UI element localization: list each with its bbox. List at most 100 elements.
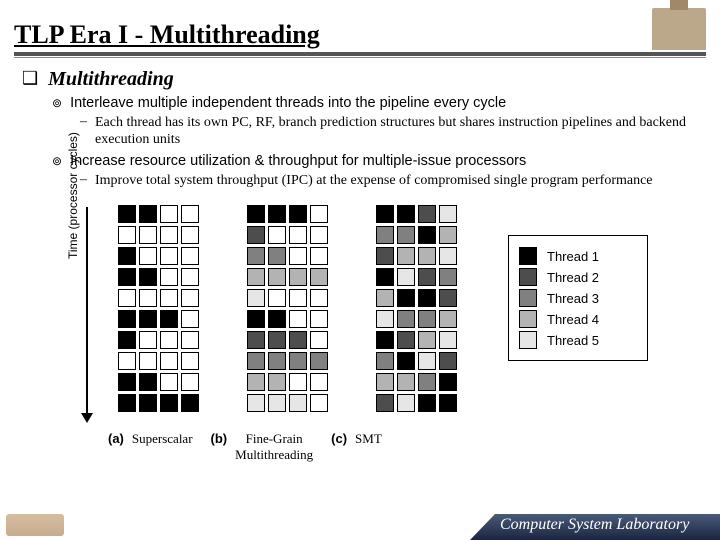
issue-slot <box>139 289 157 307</box>
issue-slot <box>397 268 415 286</box>
issue-slot <box>310 310 328 328</box>
issue-slot <box>160 247 178 265</box>
caption-text: Multithreading <box>235 447 313 463</box>
issue-slot <box>118 226 136 244</box>
issue-slot <box>439 247 457 265</box>
issue-slot <box>397 394 415 412</box>
issue-slot <box>439 289 457 307</box>
issue-slot <box>289 310 307 328</box>
bullet-item: ⊚ Interleave multiple independent thread… <box>52 95 698 112</box>
issue-slot <box>397 205 415 223</box>
caption-marker: (c) <box>331 431 347 446</box>
issue-slot <box>268 247 286 265</box>
legend-swatch-icon <box>519 268 537 286</box>
issue-slot <box>139 373 157 391</box>
issue-slot <box>376 394 394 412</box>
issue-slot <box>439 310 457 328</box>
issue-slot <box>139 331 157 349</box>
bullet-item: ⊚ Increase resource utilization & throug… <box>52 153 698 170</box>
issue-slot <box>439 352 457 370</box>
legend-swatch-icon <box>519 289 537 307</box>
issue-slot <box>247 247 265 265</box>
issue-slot <box>181 331 199 349</box>
issue-slot <box>310 352 328 370</box>
issue-slot <box>247 205 265 223</box>
issue-slot <box>397 226 415 244</box>
thread-legend: Thread 1 Thread 2 Thread 3 Thread 4 Thre… <box>508 235 648 361</box>
issue-slot <box>268 268 286 286</box>
issue-slot <box>181 205 199 223</box>
caption-text: Fine-Grain <box>246 431 303 447</box>
issue-slot <box>439 205 457 223</box>
issue-slot <box>118 247 136 265</box>
issue-slot <box>376 352 394 370</box>
issue-slot <box>418 394 436 412</box>
sub-bullet-item: – Each thread has its own PC, RF, branch… <box>80 114 698 149</box>
issue-slot <box>181 394 199 412</box>
issue-slot <box>247 310 265 328</box>
issue-slot <box>439 373 457 391</box>
issue-slot <box>289 268 307 286</box>
issue-slot <box>418 247 436 265</box>
grid-superscalar <box>118 205 199 415</box>
issue-slot <box>118 352 136 370</box>
issue-slot <box>376 247 394 265</box>
issue-slot <box>289 394 307 412</box>
circled-bullet-icon: ⊚ <box>52 153 62 170</box>
multithreading-figure: Time (processor cycles) Thread 1 Thread … <box>22 199 698 471</box>
university-logo <box>6 514 64 536</box>
issue-slot <box>139 394 157 412</box>
issue-slot <box>439 268 457 286</box>
circled-bullet-icon: ⊚ <box>52 95 62 112</box>
issue-slot <box>289 373 307 391</box>
issue-slot <box>376 289 394 307</box>
issue-slot <box>418 373 436 391</box>
issue-slot <box>289 352 307 370</box>
issue-slot <box>160 205 178 223</box>
lab-footer: Computer System Laboratory <box>470 514 720 540</box>
issue-slot <box>118 331 136 349</box>
issue-slot <box>418 205 436 223</box>
issue-slot <box>268 289 286 307</box>
issue-slot <box>160 373 178 391</box>
issue-slot <box>268 226 286 244</box>
issue-slot <box>181 247 199 265</box>
issue-slot <box>310 268 328 286</box>
issue-slot <box>268 331 286 349</box>
issue-slot <box>418 310 436 328</box>
issue-slot <box>289 205 307 223</box>
issue-slot <box>397 373 415 391</box>
issue-slot <box>118 394 136 412</box>
issue-slot <box>376 268 394 286</box>
grid-smt <box>376 205 457 415</box>
legend-label: Thread 4 <box>547 312 599 327</box>
issue-slot <box>247 289 265 307</box>
issue-slot <box>439 394 457 412</box>
caption-marker: (b) <box>211 431 228 446</box>
grid-finegrain <box>247 205 328 415</box>
legend-swatch-icon <box>519 310 537 328</box>
caption-marker: (a) <box>108 431 124 446</box>
issue-slot <box>268 373 286 391</box>
issue-slot <box>376 373 394 391</box>
issue-slot <box>247 373 265 391</box>
issue-slot <box>247 352 265 370</box>
legend-label: Thread 2 <box>547 270 599 285</box>
issue-slot <box>439 331 457 349</box>
issue-slot <box>289 289 307 307</box>
issue-slot <box>376 226 394 244</box>
caption-text: SMT <box>355 431 382 447</box>
issue-slot <box>310 331 328 349</box>
bullet-text: Increase resource utilization & throughp… <box>70 153 526 170</box>
building-icon <box>652 8 706 50</box>
legend-label: Thread 3 <box>547 291 599 306</box>
issue-slot <box>181 268 199 286</box>
sub-bullet-item: – Improve total system throughput (IPC) … <box>80 172 698 190</box>
issue-slot <box>397 247 415 265</box>
issue-slot <box>310 394 328 412</box>
issue-slot <box>181 289 199 307</box>
figure-captions: (a) Superscalar (b) Fine-Grain Multithre… <box>108 431 400 463</box>
issue-slot <box>160 310 178 328</box>
issue-slot <box>181 310 199 328</box>
legend-label: Thread 5 <box>547 333 599 348</box>
